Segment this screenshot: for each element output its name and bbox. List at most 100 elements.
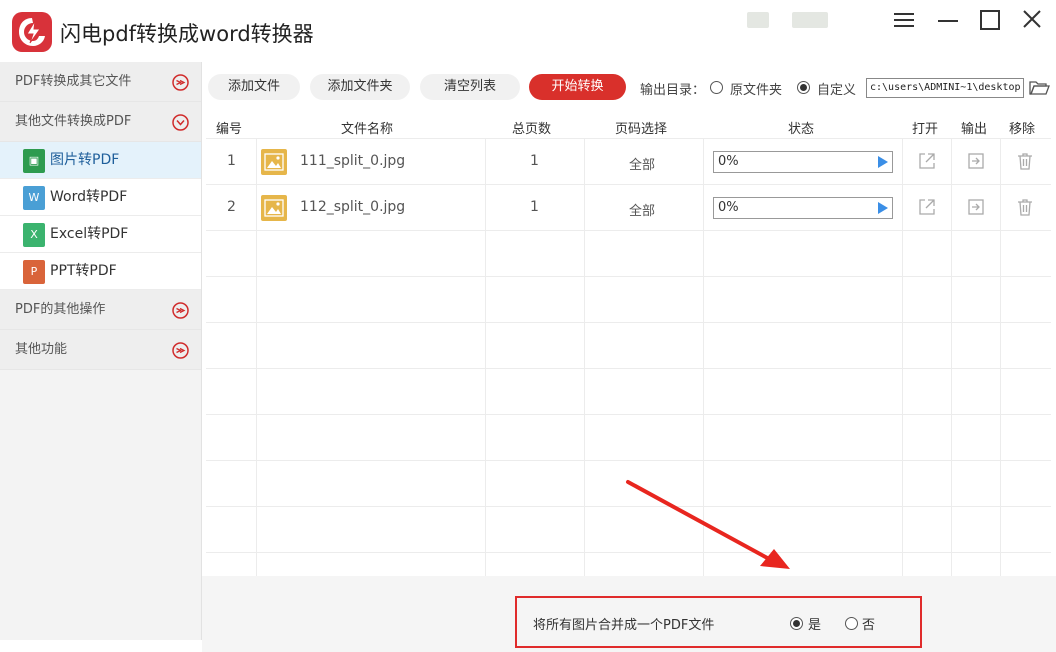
play-icon[interactable] [878, 202, 888, 214]
collapsed-arrow-icon [172, 302, 189, 319]
blurred-user-info [792, 12, 828, 28]
row-filename: 111_split_0.jpg [300, 153, 406, 169]
minimize-icon[interactable] [932, 6, 964, 34]
grid-line [206, 552, 1051, 553]
excel-file-icon: X [23, 223, 45, 247]
grid-line [206, 414, 1051, 415]
output-dir-label: 输出目录： [640, 83, 706, 98]
open-external-icon[interactable] [917, 151, 937, 171]
title-bar: 闪电pdf转换成word转换器 [0, 0, 1056, 62]
ppt-file-icon: P [23, 260, 45, 284]
sidebar-item-image-to-pdf[interactable]: ▣ 图片转PDF [0, 142, 201, 179]
grid-line [703, 138, 704, 576]
trash-icon[interactable] [1015, 151, 1035, 171]
sidebar-item-ppt-to-pdf[interactable]: P PPT转PDF [0, 253, 201, 290]
grid-line [206, 230, 1051, 231]
toolbar: 添加文件 添加文件夹 清空列表 开始转换 输出目录： 原文件夹 自定义 c:\u… [202, 62, 1056, 112]
sidebar-item-label: Word转PDF [50, 189, 128, 205]
output-original-radio[interactable] [710, 81, 723, 94]
header-output: 输出 [961, 122, 988, 137]
grid-line [206, 276, 1051, 277]
grid-line [206, 138, 1051, 139]
grid-line [206, 184, 1051, 185]
grid-line [206, 322, 1051, 323]
status-progress-bar: 0% [713, 197, 893, 219]
sidebar-item-excel-to-pdf[interactable]: X Excel转PDF [0, 216, 201, 253]
output-icon[interactable] [966, 197, 986, 217]
category-label: PDF的其他操作 [15, 302, 106, 317]
merge-no-label: 否 [862, 618, 876, 633]
header-index: 编号 [216, 122, 243, 137]
output-custom-label: 自定义 [817, 83, 857, 98]
start-convert-button[interactable]: 开始转换 [529, 74, 626, 100]
grid-line [206, 460, 1051, 461]
header-open: 打开 [912, 122, 939, 137]
header-status: 状态 [788, 122, 815, 137]
word-file-icon: W [23, 186, 45, 210]
grid-line [206, 368, 1051, 369]
merge-option-highlight: 将所有图片合并成一个PDF文件 是 否 [515, 596, 922, 648]
sidebar-category-pdf-other-ops[interactable]: PDF的其他操作 [0, 290, 201, 330]
table-header: 编号 文件名称 总页数 页码选择 状态 打开 输出 移除 [206, 112, 1051, 138]
collapsed-arrow-icon [172, 342, 189, 359]
add-file-button[interactable]: 添加文件 [208, 74, 300, 100]
grid-line [485, 138, 486, 576]
blurred-user-info [747, 12, 769, 28]
row-index: 1 [227, 153, 236, 169]
image-file-icon [261, 149, 287, 175]
header-remove: 移除 [1009, 122, 1036, 137]
file-table: 编号 文件名称 总页数 页码选择 状态 打开 输出 移除 1 111_split… [206, 112, 1051, 576]
image-file-icon [261, 195, 287, 221]
grid-line [206, 506, 1051, 507]
sidebar-item-label: PPT转PDF [50, 263, 117, 279]
menu-icon[interactable] [888, 6, 920, 34]
row-page-select[interactable]: 全部 [629, 154, 655, 173]
grid-line [902, 138, 903, 576]
add-folder-button[interactable]: 添加文件夹 [310, 74, 410, 100]
maximize-icon[interactable] [974, 6, 1006, 34]
output-original-label: 原文件夹 [730, 83, 783, 98]
output-icon[interactable] [966, 151, 986, 171]
grid-line [1000, 138, 1001, 576]
merge-no-radio[interactable] [845, 617, 858, 630]
image-file-icon: ▣ [23, 149, 45, 173]
category-label: 其他功能 [15, 342, 68, 357]
row-page-select[interactable]: 全部 [629, 200, 655, 219]
row-pages: 1 [530, 199, 539, 215]
sidebar-item-label: 图片转PDF [50, 152, 120, 168]
grid-line [256, 138, 257, 576]
trash-icon[interactable] [1015, 197, 1035, 217]
open-external-icon[interactable] [917, 197, 937, 217]
sidebar-category-other-functions[interactable]: 其他功能 [0, 330, 201, 370]
grid-line [584, 138, 585, 576]
clear-list-button[interactable]: 清空列表 [420, 74, 520, 100]
output-path-input[interactable]: c:\users\ADMINI~1\desktop [866, 78, 1024, 98]
folder-open-icon[interactable] [1028, 78, 1050, 98]
merge-yes-radio[interactable] [790, 617, 803, 630]
status-percent: 0% [718, 200, 739, 215]
status-percent: 0% [718, 154, 739, 169]
header-pages: 总页数 [512, 122, 552, 137]
play-icon[interactable] [878, 156, 888, 168]
collapsed-arrow-icon [172, 74, 189, 91]
sidebar-item-label: Excel转PDF [50, 226, 129, 242]
grid-line [951, 138, 952, 576]
sidebar-category-pdf-to-other[interactable]: PDF转换成其它文件 [0, 62, 201, 102]
merge-yes-label: 是 [808, 618, 822, 633]
sidebar: PDF转换成其它文件 其他文件转换成PDF ▣ 图片转PDF W Word转PD… [0, 62, 202, 640]
header-page-select: 页码选择 [615, 122, 668, 137]
app-title: 闪电pdf转换成word转换器 [60, 22, 314, 46]
row-index: 2 [227, 199, 236, 215]
merge-option-label: 将所有图片合并成一个PDF文件 [533, 618, 715, 633]
status-progress-bar: 0% [713, 151, 893, 173]
sidebar-category-other-to-pdf[interactable]: 其他文件转换成PDF [0, 102, 201, 142]
row-filename: 112_split_0.jpg [300, 199, 406, 215]
lightning-logo-icon [12, 12, 52, 52]
sidebar-item-word-to-pdf[interactable]: W Word转PDF [0, 179, 201, 216]
row-pages: 1 [530, 153, 539, 169]
header-filename: 文件名称 [341, 122, 394, 137]
close-icon[interactable] [1016, 6, 1048, 34]
category-label: PDF转换成其它文件 [15, 74, 132, 89]
expanded-arrow-icon [172, 114, 189, 131]
output-custom-radio[interactable] [797, 81, 810, 94]
